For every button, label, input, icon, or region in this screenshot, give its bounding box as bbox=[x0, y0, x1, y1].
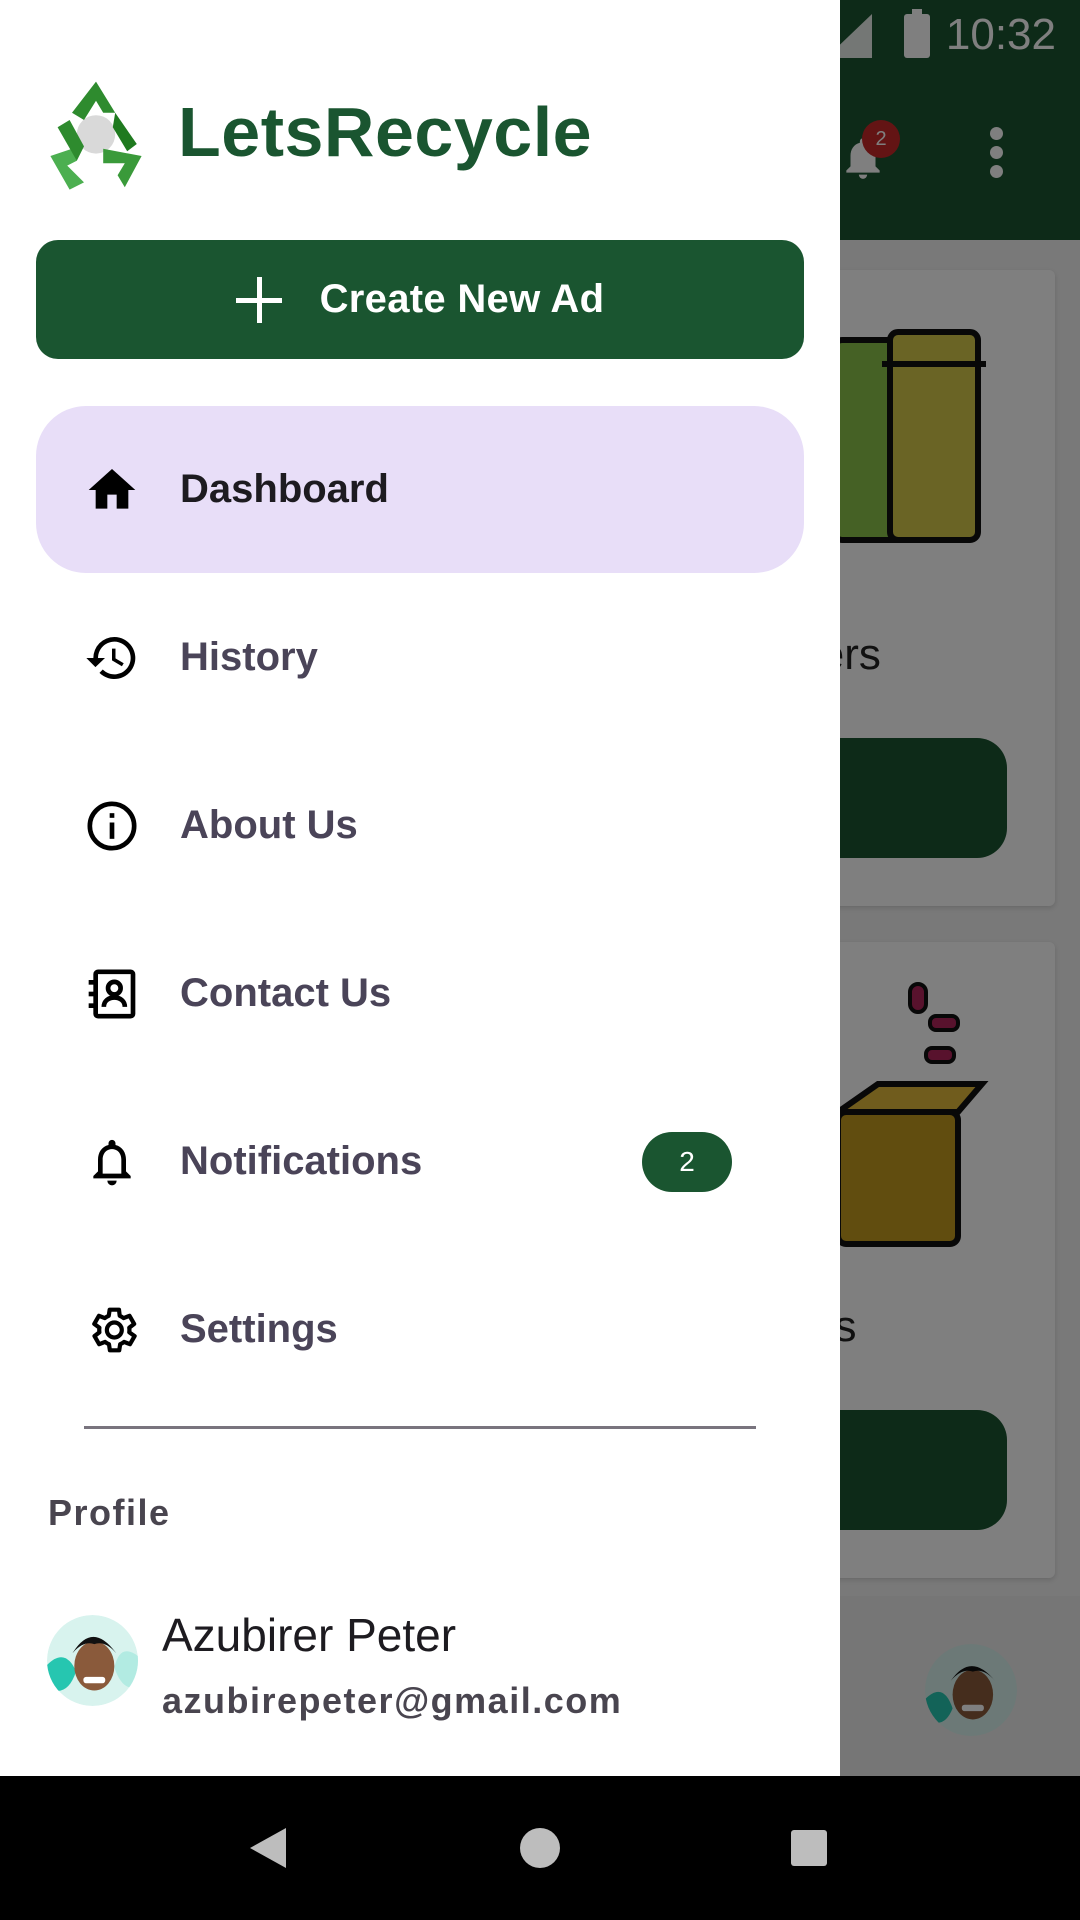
profile-name: Azubirer Peter bbox=[162, 1609, 457, 1661]
nav-item-history[interactable]: History bbox=[36, 574, 804, 741]
nav-item-dashboard[interactable]: Dashboard bbox=[36, 406, 804, 573]
nav-item-notifications[interactable]: Notifications 2 bbox=[36, 1078, 804, 1245]
profile-section-heading: Profile bbox=[48, 1492, 171, 1533]
create-new-ad-button[interactable]: Create New Ad bbox=[36, 240, 804, 359]
brand-name: LetsRecycle bbox=[178, 93, 593, 171]
brand-header: LetsRecycle bbox=[36, 72, 592, 192]
nav-item-label: About Us bbox=[180, 803, 358, 847]
nav-item-label: Contact Us bbox=[180, 971, 392, 1015]
create-new-ad-label: Create New Ad bbox=[319, 277, 605, 321]
home-icon bbox=[84, 462, 140, 518]
nav-item-label: Dashboard bbox=[180, 467, 389, 511]
home-button-icon[interactable] bbox=[520, 1828, 560, 1868]
notifications-count-badge: 2 bbox=[642, 1131, 732, 1192]
gear-icon bbox=[84, 1302, 140, 1358]
drawer-divider bbox=[84, 1426, 756, 1429]
system-navigation-bar bbox=[0, 1776, 1080, 1920]
profile-avatar[interactable] bbox=[47, 1615, 138, 1706]
nav-item-label: Settings bbox=[180, 1307, 338, 1351]
history-icon bbox=[84, 630, 140, 686]
contact-card-icon bbox=[84, 966, 140, 1022]
back-icon[interactable] bbox=[250, 1828, 286, 1868]
bell-icon bbox=[84, 1134, 140, 1190]
nav-item-label: Notifications bbox=[180, 1139, 423, 1183]
nav-item-contact-us[interactable]: Contact Us bbox=[36, 910, 804, 1077]
recents-icon[interactable] bbox=[791, 1830, 827, 1866]
nav-item-about-us[interactable]: About Us bbox=[36, 742, 804, 909]
info-icon bbox=[84, 798, 140, 854]
plus-icon bbox=[235, 276, 282, 323]
nav-item-label: History bbox=[180, 635, 318, 679]
profile-email: azubirepeter@gmail.com bbox=[162, 1680, 623, 1721]
navigation-drawer: LetsRecycle Create New Ad Dashboard Hist… bbox=[0, 0, 840, 1776]
nav-item-settings[interactable]: Settings bbox=[36, 1246, 804, 1413]
recycle-logo-icon bbox=[50, 81, 142, 190]
